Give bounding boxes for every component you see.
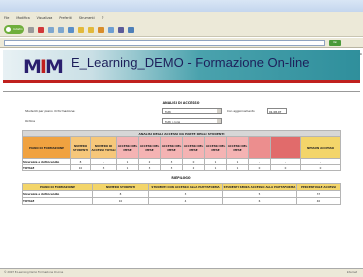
header-divider — [3, 80, 360, 83]
table-cell: 37 — [296, 190, 341, 198]
table-cell: TOTALE — [22, 164, 71, 171]
status-bar: © 2007 E-Learning Demo Formazione On-lin… — [0, 268, 363, 277]
table-cell: 1 — [204, 164, 227, 171]
table-cell: 2 — [182, 164, 205, 171]
table-row: TOTALE 10 3 1 3 3 2 1 1 0 0 0 — [22, 164, 342, 171]
summary-col-header: NUMERO STUDENTI — [92, 183, 149, 191]
table-cell: TOTALE — [22, 197, 93, 205]
access-table: ANALISI DEGLI ACCESSI DA PARTE DEGLI STU… — [21, 130, 342, 171]
table-cell: 0 — [270, 164, 301, 171]
main-content: ANALISI DI ACCESSO Studenti per piano di… — [21, 100, 342, 205]
filter-row-sort: Ordina Tutti i corsi — [22, 116, 340, 126]
address-input[interactable] — [4, 39, 325, 46]
summary-title: RIEPILOGO — [171, 176, 191, 180]
chevron-down-icon — [217, 119, 221, 123]
access-col-header — [248, 136, 271, 159]
site-title: E_Learning_DEMO - Formazione On-line — [71, 55, 310, 70]
access-col-header: ACCESSI NEL MESE — [116, 136, 139, 159]
summary-col-header: STUDENTI SENZA ACCESSO ALLA PIATTAFORMA — [222, 183, 297, 191]
table-cell: 1 — [226, 164, 249, 171]
toolbar-button-7[interactable] — [98, 26, 104, 33]
update-label: Con aggiornamento — [227, 109, 255, 113]
status-text: © 2007 E-Learning Demo Formazione On-lin… — [4, 271, 64, 274]
table-cell: Sicurezza e Antincendio — [22, 190, 93, 198]
access-col-header: NESSUN ACCESSO — [299, 136, 342, 159]
address-bar: Vai Collegamenti — [0, 38, 363, 56]
table-row: TOTALE 10 4 6 40 — [22, 197, 341, 205]
title-bar — [0, 0, 363, 12]
access-col-header: PIANO DI FORMAZIONE — [22, 136, 71, 159]
plan-select[interactable]: Tutti — [162, 108, 222, 114]
filter-row-plan: Studenti per piano di formazione: Tutti … — [22, 106, 340, 116]
access-col-header: NUMERO DI ACCESSI TOTALI — [90, 136, 117, 159]
table-cell: 3 — [148, 190, 223, 198]
toolbar-button-9[interactable] — [118, 26, 124, 33]
sort-select[interactable]: Tutti i corsi — [162, 118, 222, 124]
toolbar-button-4[interactable] — [68, 26, 74, 33]
table-cell: 4 — [148, 197, 223, 205]
summary-col-header: STUDENTI CON ACCESSO ALLA PIATTAFORMA — [148, 183, 223, 191]
links-button[interactable]: Collegamenti — [345, 40, 362, 56]
table-cell: 3 — [90, 164, 117, 171]
toolbar-button-3[interactable] — [58, 26, 64, 33]
menu-favorites[interactable]: Preferiti — [59, 16, 71, 20]
table-cell: 5 — [222, 190, 297, 198]
security-zone: Internet — [346, 271, 357, 274]
breadcrumb-row — [3, 86, 360, 92]
back-arrow-icon — [6, 27, 11, 32]
access-col-header: ACCESSI NEL MESE — [226, 136, 249, 159]
plan-filter-label: Studenti per piano di formazione: — [25, 109, 76, 113]
access-table-header: PIANO DI FORMAZIONE NUMERO STUDENTI NUMERO… — [22, 136, 342, 159]
toolbar-button-1[interactable] — [38, 26, 44, 33]
chevron-down-icon — [217, 109, 221, 113]
menu-edit[interactable]: Modifica — [16, 16, 29, 20]
table-cell: 40 — [296, 197, 341, 205]
menu-bar: File Modifica Visualizza Preferiti Strum… — [0, 12, 363, 23]
access-col-header — [270, 136, 301, 159]
table-row: Sicurezza e Antincendio 8 3 5 37 — [22, 190, 341, 198]
summary-col-header: PERCENTUALE ACCESSI — [296, 183, 341, 191]
access-col-header: ACCESSI NEL MESE — [138, 136, 161, 159]
access-col-header: ACCESSI NEL MESE — [182, 136, 205, 159]
access-col-header: NUMERO STUDENTI — [70, 136, 91, 159]
sort-label: Ordina — [25, 119, 36, 123]
table-cell: 1 — [116, 164, 139, 171]
summary-table-header: PIANO DI FORMAZIONE NUMERO STUDENTI STUDEN… — [22, 183, 341, 191]
access-col-header: ACCESSI NEL MESE — [204, 136, 227, 159]
site-header: MIM E_Learning_DEMO - Formazione On-line — [3, 50, 360, 80]
table-cell: 8 — [92, 190, 149, 198]
menu-view[interactable]: Visualizza — [37, 16, 53, 20]
back-button[interactable]: Indietro — [4, 25, 24, 34]
toolbar-button-10[interactable] — [128, 26, 134, 33]
menu-file[interactable]: File — [4, 16, 9, 20]
menu-help[interactable]: ? — [102, 16, 104, 20]
toolbar-button-8[interactable] — [108, 26, 114, 33]
table-cell: 3 — [160, 164, 183, 171]
browser-window: File Modifica Visualizza Preferiti Strum… — [0, 0, 363, 277]
go-button[interactable]: Vai — [329, 39, 341, 46]
menu-tools[interactable]: Strumenti — [79, 16, 95, 20]
table-cell: 10 — [70, 164, 91, 171]
date-field[interactable]: 01.08.07 — [267, 108, 287, 114]
toolbar-button-2[interactable] — [48, 26, 54, 33]
table-cell: 0 — [248, 164, 271, 171]
summary-table: PIANO DI FORMAZIONE NUMERO STUDENTI STUDEN… — [22, 183, 341, 205]
site-logo: MIM — [23, 56, 64, 78]
toolbar-button-5[interactable] — [78, 26, 84, 33]
table-cell: 3 — [138, 164, 161, 171]
table-cell: 6 — [222, 197, 297, 205]
toolbar-button-0[interactable] — [28, 26, 34, 33]
access-col-header: ACCESSI NEL MESE — [160, 136, 183, 159]
table-cell: 0 — [299, 164, 342, 171]
summary-col-header: PIANO DI FORMAZIONE — [22, 183, 93, 191]
browser-toolbar: Indietro — [0, 23, 363, 37]
toolbar-button-6[interactable] — [88, 26, 94, 33]
table-cell: 10 — [92, 197, 149, 205]
